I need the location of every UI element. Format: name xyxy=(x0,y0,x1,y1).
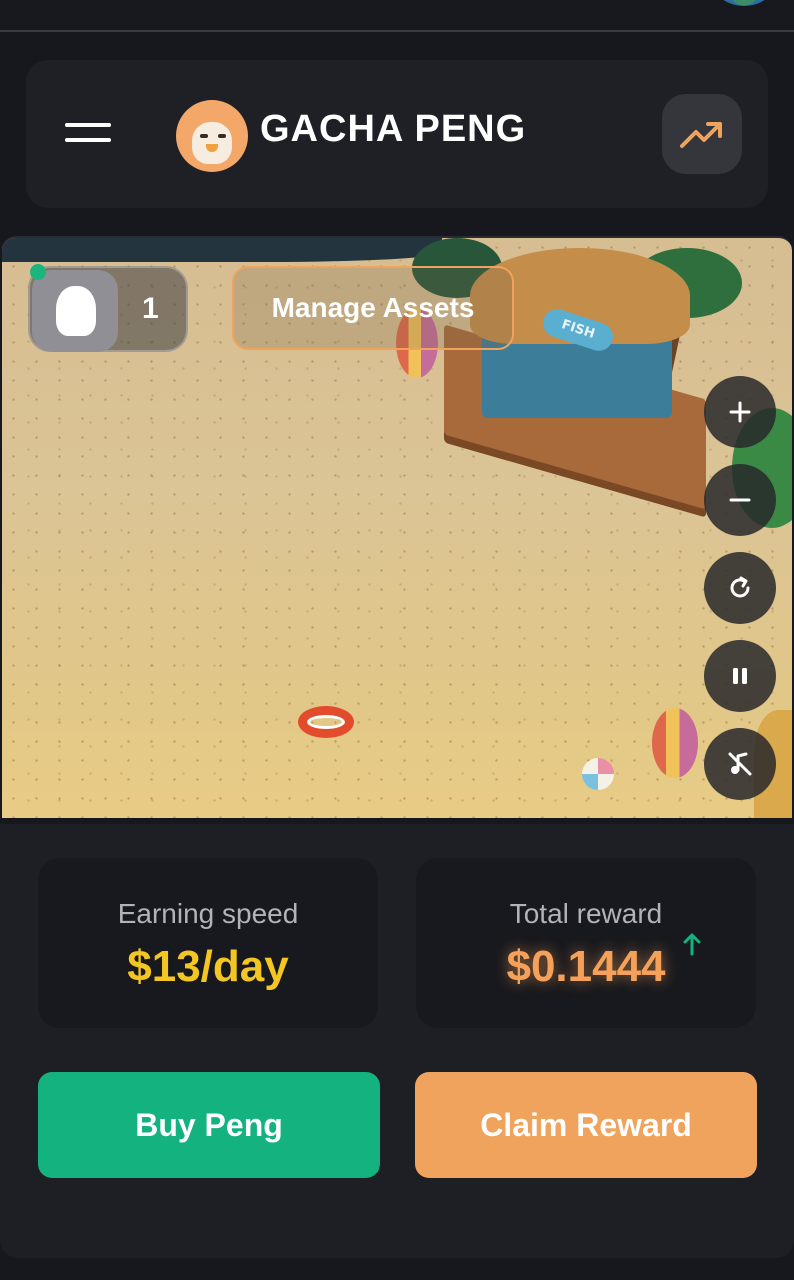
penguin-silhouette-icon xyxy=(32,270,118,352)
beach-ball xyxy=(582,758,614,790)
zoom-in-button[interactable] xyxy=(704,376,776,448)
app-container: GACHA PENG FISH 1 Manage Assets Earning … xyxy=(0,34,794,1280)
pause-icon xyxy=(733,668,747,684)
stats-panel: Earning speed $13/day Total reward $0.14… xyxy=(0,824,794,1258)
owned-count: 1 xyxy=(142,292,159,325)
avatar[interactable] xyxy=(716,0,772,6)
zoom-out-button[interactable] xyxy=(704,464,776,536)
earning-speed-card: Earning speed $13/day xyxy=(38,858,378,1028)
earning-speed-label: Earning speed xyxy=(117,898,299,929)
total-reward-label: Total reward xyxy=(509,898,663,929)
surfboard xyxy=(652,708,698,778)
top-status-bar xyxy=(0,0,794,32)
game-canvas[interactable]: FISH 1 Manage Assets xyxy=(2,236,792,818)
penguin-logo-icon xyxy=(176,100,248,172)
water-area xyxy=(2,238,442,262)
stats-button[interactable] xyxy=(662,94,742,174)
app-header: GACHA PENG xyxy=(26,60,768,208)
manage-assets-button[interactable]: Manage Assets xyxy=(232,266,514,350)
reset-view-button[interactable] xyxy=(704,552,776,624)
app-title: GACHA PENG xyxy=(260,108,527,150)
music-off-icon xyxy=(728,752,752,776)
claim-reward-button[interactable]: Claim Reward xyxy=(415,1072,757,1178)
refresh-icon xyxy=(730,576,750,598)
mute-music-button[interactable] xyxy=(704,728,776,800)
zoom-in-icon xyxy=(729,401,751,423)
total-reward-value: $0.1444 xyxy=(506,942,666,991)
zoom-out-icon xyxy=(729,498,751,502)
hamburger-menu-icon[interactable] xyxy=(62,116,112,150)
lifebuoy xyxy=(298,706,354,738)
total-reward-card: Total reward $0.1444 xyxy=(416,858,756,1028)
arrow-up-icon xyxy=(683,933,701,956)
owned-pengs-pill[interactable]: 1 xyxy=(28,266,188,352)
online-status-dot xyxy=(30,264,46,280)
trending-up-icon xyxy=(680,122,722,148)
pause-button[interactable] xyxy=(704,640,776,712)
earning-speed-value: $13/day xyxy=(127,942,289,991)
buy-peng-button[interactable]: Buy Peng xyxy=(38,1072,380,1178)
